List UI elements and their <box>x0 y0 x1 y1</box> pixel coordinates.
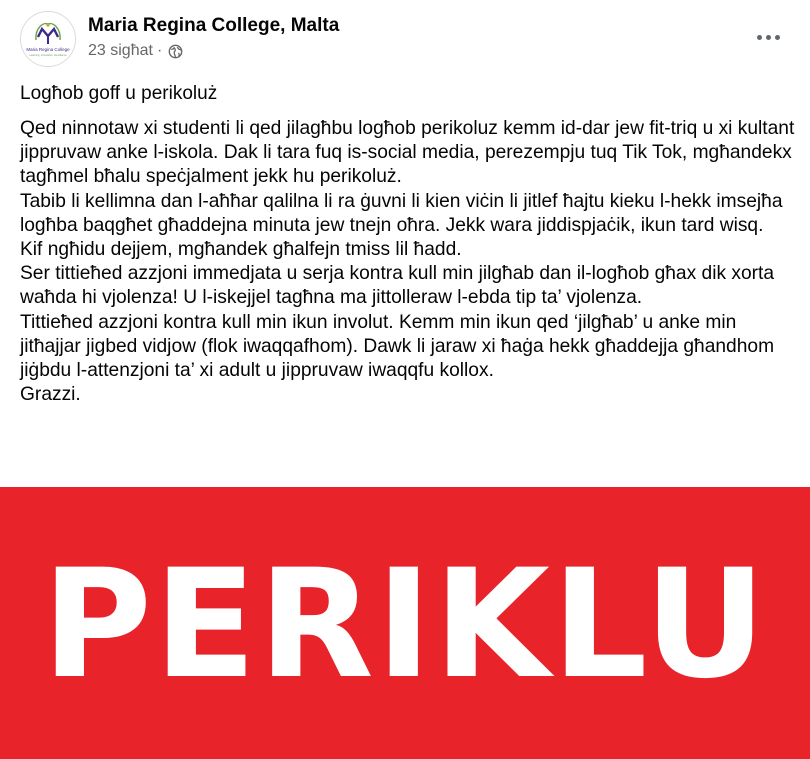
post-timestamp[interactable]: 23 sigħat <box>88 42 153 60</box>
periklu-banner-image[interactable]: PERIKLU <box>0 487 810 759</box>
post-paragraph: Tittieħed azzjoni kontra kull min ikun i… <box>20 311 775 382</box>
post-body: Qed ninnotaw xi studenti li qed jilagħbu… <box>20 117 800 407</box>
post-paragraph: Kif ngħidu dejjem, mgħandek għalfejn tmi… <box>20 239 462 261</box>
page-name[interactable]: Maria Regina College, Malta <box>88 15 339 37</box>
post-paragraph: Ser tittieħed azzjoni immedjata u serja … <box>20 263 775 309</box>
post-header: Maria Regina College Learning, Innovatio… <box>0 0 810 78</box>
facebook-post: Maria Regina College Learning, Innovatio… <box>0 0 810 759</box>
post-title: Logħob goff u perikoluż <box>20 83 218 104</box>
college-logo: Maria Regina College Learning, Innovatio… <box>21 12 75 66</box>
avatar[interactable]: Maria Regina College Learning, Innovatio… <box>20 11 76 67</box>
post-paragraph: Grazzi. <box>20 384 81 406</box>
post-paragraph: Qed ninnotaw xi studenti li qed jilagħbu… <box>20 118 795 188</box>
globe-icon[interactable] <box>168 44 183 59</box>
more-options-icon[interactable] <box>750 22 786 52</box>
post-paragraph: Tabib li kellimna dan l-aħħar qalilna li… <box>20 190 783 236</box>
post-meta: 23 sigħat · <box>88 42 183 60</box>
logo-subtext: Learning, Innovation, Excellence <box>29 53 67 57</box>
banner-text: PERIKLU <box>42 538 768 712</box>
logo-text: Maria Regina College <box>26 47 70 52</box>
meta-separator: · <box>156 42 163 59</box>
